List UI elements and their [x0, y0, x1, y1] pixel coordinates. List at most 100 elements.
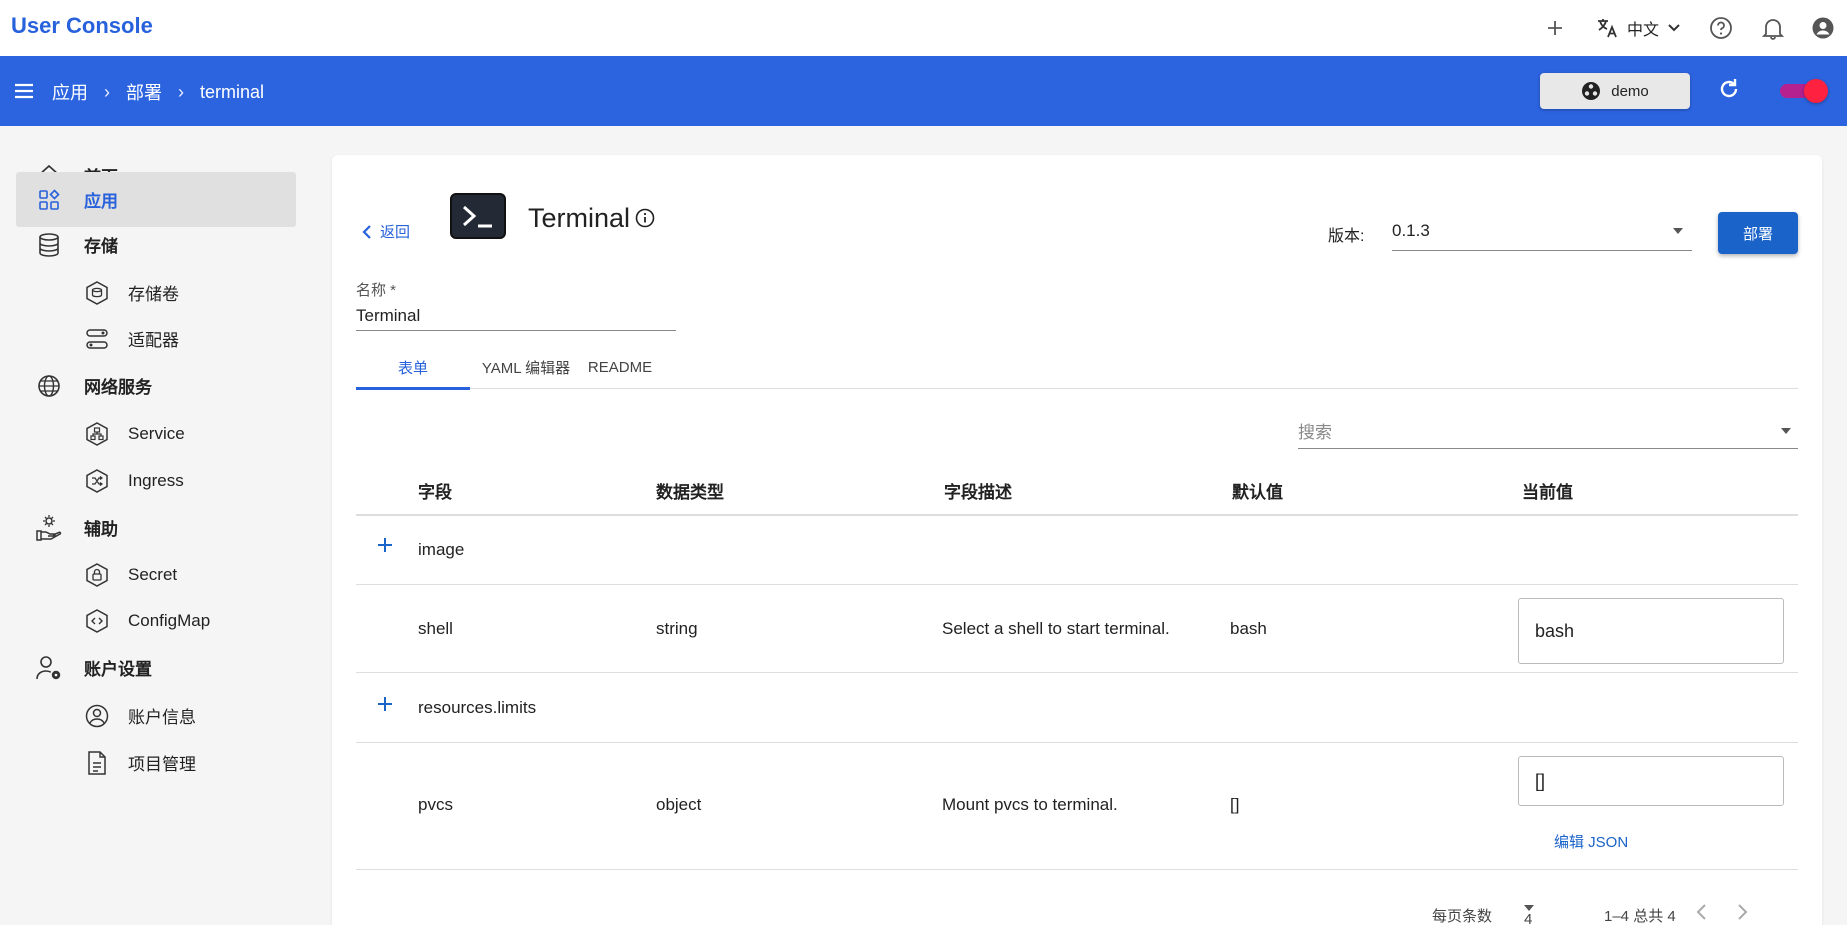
project-icon: [82, 748, 112, 778]
sidebar-item-projects[interactable]: 项目管理: [16, 735, 296, 790]
version-label: 版本:: [1328, 228, 1365, 245]
pagination-range: 1–4 总共 4: [1604, 908, 1676, 925]
nav-bar: 应用 › 部署 › terminal demo: [0, 56, 1847, 126]
deploy-button[interactable]: 部署: [1718, 212, 1798, 254]
sidebar-item-label: 存储: [84, 237, 118, 256]
rows-per-page-select[interactable]: 4: [1524, 905, 1534, 925]
sidebar-item-label: Service: [128, 423, 185, 443]
ingress-icon: [82, 466, 112, 496]
tab-yaml-editor[interactable]: YAML 编辑器: [470, 345, 582, 389]
info-icon[interactable]: [635, 208, 655, 233]
pagination: 每页条数 4 1–4 总共 4: [1432, 899, 1798, 925]
edit-json-link[interactable]: 编辑 JSON: [1554, 831, 1628, 852]
dropdown-arrow-icon: [1673, 227, 1683, 234]
field-name: pvcs: [418, 795, 453, 814]
adapter-icon: [82, 324, 112, 354]
notification-bell-icon[interactable]: [1759, 14, 1787, 42]
sidebar-item-label: 网络服务: [84, 378, 152, 397]
expand-plus-icon[interactable]: [376, 536, 394, 559]
secret-icon: [82, 560, 112, 590]
sidebar-item-network[interactable]: 网络服务: [16, 358, 296, 413]
rows-per-page-label: 每页条数: [1432, 908, 1493, 925]
column-header-field: 字段: [418, 483, 452, 502]
sidebar-item-account-settings[interactable]: 账户设置: [16, 640, 296, 695]
sidebar-item-storage[interactable]: 存储: [16, 217, 296, 272]
refresh-icon[interactable]: [1716, 76, 1742, 107]
field-name: image: [418, 540, 465, 559]
version-select[interactable]: 0.1.3: [1392, 211, 1692, 251]
account-circle-icon[interactable]: [1809, 14, 1837, 42]
helper-icon: [34, 513, 64, 543]
table-header: 字段 数据类型 字段描述 默认值 当前值: [356, 460, 1798, 516]
top-bar: User Console 中文: [0, 0, 1847, 56]
current-value-json-input[interactable]: []: [1518, 756, 1784, 806]
chevron-right-icon: ›: [104, 81, 110, 102]
search-placeholder: 搜索: [1298, 423, 1332, 442]
tab-bar: 表单 YAML 编辑器 README: [356, 345, 1798, 390]
help-icon[interactable]: [1707, 14, 1735, 42]
field-description: Mount pvcs to terminal.: [942, 795, 1118, 814]
column-header-current: 当前值: [1522, 483, 1573, 502]
sidebar-item-label: ConfigMap: [128, 610, 211, 630]
globe-icon: [34, 371, 64, 401]
app-name: Terminal: [528, 203, 631, 233]
field-type: string: [656, 619, 698, 638]
sidebar-item-label: 适配器: [128, 331, 179, 350]
sidebar-item-label: 账户信息: [128, 708, 196, 727]
table-row: shell string Select a shell to start ter…: [356, 585, 1798, 673]
top-bar-actions: 中文: [1541, 0, 1847, 56]
apps-icon: [34, 185, 64, 215]
toggle-knob: [1804, 79, 1828, 103]
language-label: 中文: [1626, 22, 1659, 39]
back-button[interactable]: 返回: [360, 221, 410, 242]
field-type: object: [656, 795, 702, 814]
current-value-text: []: [1535, 770, 1546, 791]
next-page-icon[interactable]: [1734, 903, 1750, 925]
sidebar-item-label: 辅助: [84, 520, 118, 539]
dropdown-arrow-icon: [1781, 427, 1791, 434]
sidebar-item-label: 应用: [84, 192, 118, 211]
chevron-right-icon: ›: [178, 81, 184, 102]
sidebar-item-label: Secret: [128, 564, 178, 584]
app-title[interactable]: User Console: [11, 13, 153, 39]
field-default: bash: [1230, 619, 1267, 638]
translate-icon: [1597, 19, 1617, 38]
add-icon[interactable]: [1541, 14, 1569, 42]
column-header-default: 默认值: [1232, 483, 1283, 502]
sidebar-item-label: 项目管理: [128, 755, 196, 774]
column-header-description: 字段描述: [944, 483, 1012, 502]
back-label: 返回: [380, 224, 411, 241]
namespace-icon: [1582, 82, 1601, 100]
sidebar: 首页 应用 存储 存储卷 适配器 网络服务 Service Ingress 辅助…: [0, 126, 310, 925]
breadcrumb-item-deploy[interactable]: 部署: [126, 79, 162, 105]
sidebar-item-label: Ingress: [128, 470, 184, 490]
sidebar-item-label: 存储卷: [128, 285, 179, 304]
namespace-button[interactable]: demo: [1540, 73, 1690, 109]
field-description: Select a shell to start terminal.: [942, 619, 1170, 638]
tab-form[interactable]: 表单: [356, 345, 470, 390]
field-default: []: [1230, 795, 1240, 814]
search-select[interactable]: 搜索: [1298, 413, 1798, 449]
tab-readme[interactable]: README: [582, 345, 658, 389]
table-row: resources.limits: [356, 673, 1798, 743]
name-field-label: 名称 *: [356, 282, 397, 299]
table-row: pvcs object Mount pvcs to terminal. [] […: [356, 743, 1798, 870]
language-selector[interactable]: 中文: [1595, 16, 1681, 40]
field-name: shell: [418, 619, 453, 638]
field-name: resources.limits: [418, 698, 537, 717]
current-value-text: bash: [1535, 620, 1575, 641]
deploy-form-card: 返回 Terminal 版本: 0.1.3 部署 名称 * 表单 YAML 编辑…: [332, 155, 1822, 925]
version-value: 0.1.3: [1392, 220, 1430, 240]
name-input[interactable]: [356, 301, 676, 331]
previous-page-icon[interactable]: [1694, 903, 1710, 925]
breadcrumb-item-terminal: terminal: [200, 81, 265, 102]
menu-icon[interactable]: [12, 79, 36, 108]
table-row: image: [356, 518, 1798, 585]
configmap-icon: [82, 606, 112, 636]
breadcrumb: 应用 › 部署 › terminal: [52, 79, 264, 105]
expand-plus-icon[interactable]: [376, 695, 394, 718]
current-value-input[interactable]: bash: [1518, 598, 1784, 664]
breadcrumb-item-apps[interactable]: 应用: [52, 79, 88, 105]
database-icon: [34, 230, 64, 260]
theme-toggle[interactable]: [1780, 79, 1828, 103]
